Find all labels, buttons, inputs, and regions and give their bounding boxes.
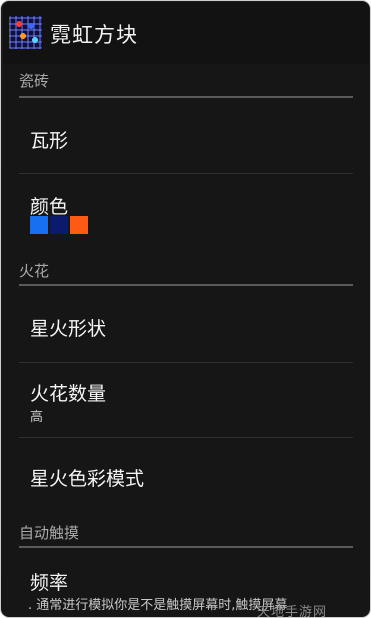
section-header-tiles: 瓷砖 xyxy=(19,70,353,98)
pref-summary: . 通常进行模拟你是不是触摸屏幕时,触摸屏幕 xyxy=(28,598,288,613)
pref-title: 瓦形 xyxy=(30,130,69,152)
color-swatch xyxy=(70,216,88,234)
color-swatch xyxy=(30,216,48,234)
action-bar: 霓虹方块 xyxy=(3,2,369,64)
watermark-text: 天地手游网 xyxy=(257,605,328,618)
section-divider xyxy=(19,284,353,286)
app-title: 霓虹方块 xyxy=(50,23,138,47)
section-header-sparks: 火花 xyxy=(19,260,353,286)
pref-title: 星火形状 xyxy=(30,318,107,340)
section-divider xyxy=(19,546,353,548)
color-swatch xyxy=(50,216,68,234)
section-divider xyxy=(19,96,353,98)
pref-title: 频率 xyxy=(30,572,69,594)
section-header-label: 火花 xyxy=(19,262,50,280)
section-header-label: 瓷砖 xyxy=(19,72,50,90)
pref-title: 星火色彩模式 xyxy=(30,468,145,490)
pref-title: 颜色 xyxy=(30,196,69,218)
pref-value: 高 xyxy=(30,410,44,425)
device-frame: 霓虹方块 瓷砖 瓦形 颜色 火花 星火形状 火花数量 高 星火色彩模式 自动触摸… xyxy=(0,0,371,618)
item-divider xyxy=(19,173,353,174)
section-header-label: 自动触摸 xyxy=(19,524,80,542)
pref-spark-count[interactable]: 火花数量 高 xyxy=(19,363,353,438)
settings-screen: 霓虹方块 瓷砖 瓦形 颜色 火花 星火形状 火花数量 高 星火色彩模式 自动触摸… xyxy=(3,2,369,616)
section-header-auto-touch: 自动触摸 xyxy=(19,522,353,548)
pref-tile-shape[interactable]: 瓦形 xyxy=(19,99,353,174)
neon-cube-app-icon[interactable] xyxy=(9,16,42,49)
pref-spark-shape[interactable]: 星火形状 xyxy=(19,287,353,363)
pref-color[interactable]: 颜色 xyxy=(19,175,353,253)
pref-spark-color-mode[interactable]: 星火色彩模式 xyxy=(19,438,353,508)
pref-title: 火花数量 xyxy=(30,383,107,405)
